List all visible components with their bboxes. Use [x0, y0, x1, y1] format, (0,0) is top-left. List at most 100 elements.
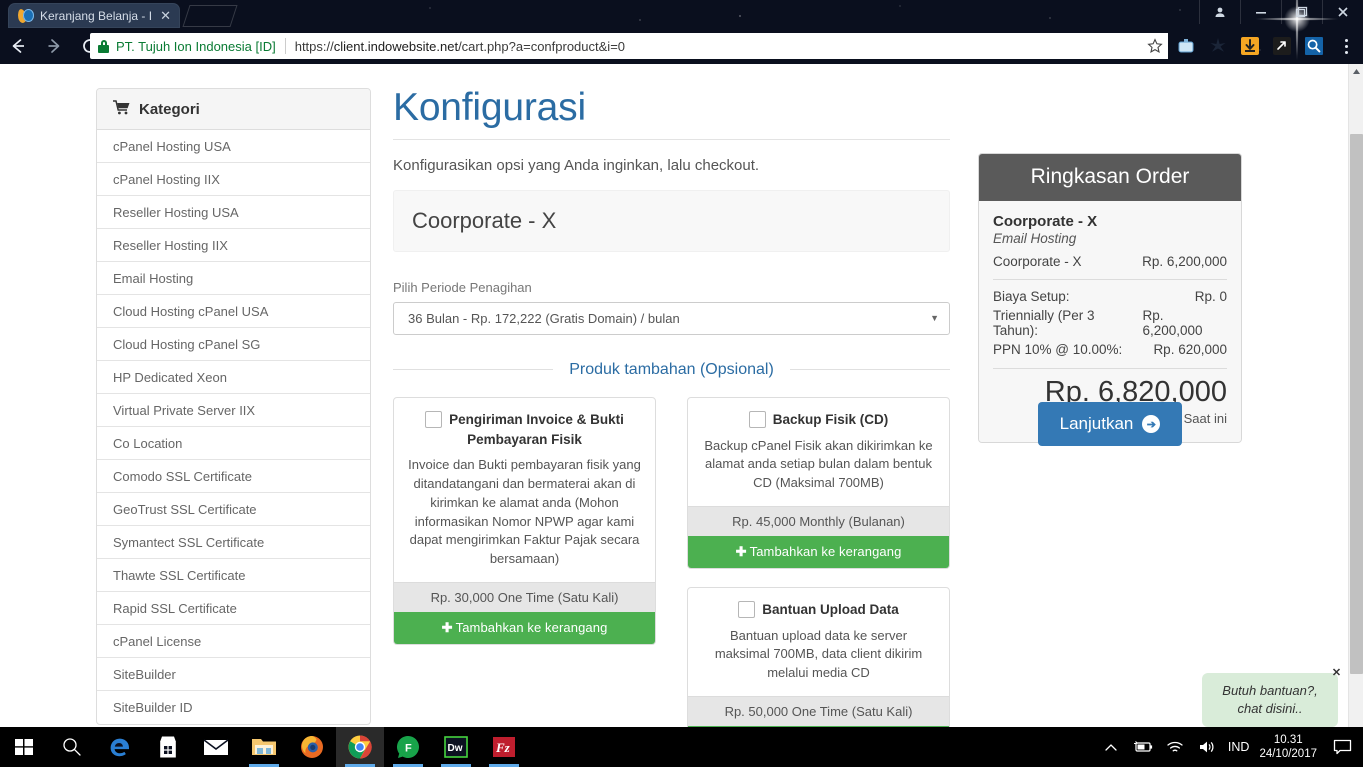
addon-description: Backup cPanel Fisik akan dikirimkan ke a… — [704, 437, 933, 491]
foxit-reader-icon[interactable]: F — [384, 727, 432, 767]
sidebar-item-label: SiteBuilder — [113, 666, 176, 682]
addon-title-row: Backup Fisik (CD) — [701, 410, 936, 430]
addon-card-bantuan-upload: Bantuan Upload Data Bantuan upload data … — [687, 587, 950, 727]
scrollbar-thumb[interactable] — [1350, 134, 1363, 674]
bookmark-star-icon[interactable] — [1142, 33, 1168, 59]
sidebar-item-sitebuilder[interactable]: SiteBuilder — [97, 658, 370, 691]
addon-checkbox[interactable] — [738, 601, 756, 619]
addon-checkbox[interactable] — [425, 410, 443, 428]
mail-icon[interactable] — [192, 727, 240, 767]
wifi-icon[interactable] — [1164, 727, 1186, 767]
sidebar-item-symantect-ssl-certificate[interactable]: Symantect SSL Certificate — [97, 526, 370, 559]
addon-checkbox[interactable] — [748, 410, 766, 428]
language-indicator[interactable]: IND — [1228, 740, 1250, 754]
download-manager-icon[interactable] — [1238, 34, 1262, 58]
plus-icon: ✚ — [441, 620, 453, 636]
tray-chevron-up-icon[interactable] — [1100, 727, 1122, 767]
svg-text:F: F — [405, 743, 412, 755]
window-controls — [1199, 0, 1363, 24]
sidebar-item-reseller-hosting-usa[interactable]: Reseller Hosting USA — [97, 196, 370, 229]
sidebar-item-rapid-ssl-certificate[interactable]: Rapid SSL Certificate — [97, 592, 370, 625]
chrome-icon[interactable] — [336, 727, 384, 767]
sidebar-item-reseller-hosting-iix[interactable]: Reseller Hosting IIX — [97, 229, 370, 262]
user-profile-icon[interactable] — [1199, 0, 1240, 24]
chat-invite-bubble[interactable]: Butuh bantuan?, chat disini.. — [1202, 673, 1338, 727]
sidebar-item-label: cPanel License — [113, 633, 202, 649]
summary-row: Biaya Setup: Rp. 0 — [993, 287, 1227, 306]
notification-icon[interactable] — [1327, 727, 1357, 767]
sidebar-item-label: cPanel Hosting IIX — [113, 171, 220, 187]
billing-cycle-select[interactable]: 36 Bulan - Rp. 172,222 (Gratis Domain) /… — [393, 301, 950, 335]
firefox-icon[interactable] — [288, 727, 336, 767]
maximize-button[interactable] — [1281, 0, 1322, 24]
sidebar-item-sitebuilder-id[interactable]: SiteBuilder ID — [97, 691, 370, 724]
sidebar-item-label: SiteBuilder ID — [113, 700, 193, 715]
sidebar-item-cloud-hosting-cpanel-usa[interactable]: Cloud Hosting cPanel USA — [97, 295, 370, 328]
url-scheme: https:// — [294, 38, 334, 54]
sidebar-item-cpanel-hosting-usa[interactable]: cPanel Hosting USA — [97, 130, 370, 163]
edge-icon[interactable] — [96, 727, 144, 767]
forward-arrow-icon[interactable] — [36, 28, 72, 64]
sidebar-item-label: HP Dedicated Xeon — [113, 369, 227, 385]
battery-icon[interactable] — [1132, 727, 1154, 767]
search-icon[interactable] — [48, 727, 96, 767]
category-sidebar: Kategori cPanel Hosting USA cPanel Hosti… — [96, 88, 371, 725]
dreamweaver-icon[interactable]: Dw — [432, 727, 480, 767]
search-extension-icon[interactable] — [1302, 34, 1326, 58]
addon-button-label: Tambahkan ke kerangang — [455, 620, 608, 636]
continue-button-wrapper: Lanjutkan ➔ — [978, 402, 1242, 446]
sidebar-item-cloud-hosting-cpanel-sg[interactable]: Cloud Hosting cPanel SG — [97, 328, 370, 361]
arrow-right-circle-icon: ➔ — [1142, 415, 1161, 433]
continue-button[interactable]: Lanjutkan ➔ — [1037, 402, 1183, 446]
sidebar-item-label: Co Location — [113, 435, 183, 451]
addon-price: Rp. 30,000 One Time (Satu Kali) — [394, 582, 655, 613]
sidebar-item-comodo-ssl-certificate[interactable]: Comodo SSL Certificate — [97, 460, 370, 493]
windows-start-icon[interactable] — [0, 727, 48, 767]
minimize-button[interactable] — [1240, 0, 1281, 24]
sidebar-header: Kategori — [97, 89, 370, 130]
sidebar-item-label: Reseller Hosting USA — [113, 204, 239, 220]
taskbar-clock[interactable]: 10.31 24/10/2017 — [1259, 733, 1317, 762]
sidebar-item-cpanel-license[interactable]: cPanel License — [97, 625, 370, 658]
shopping-cart-icon — [113, 99, 130, 119]
sidebar-item-thawte-ssl-certificate[interactable]: Thawte SSL Certificate — [97, 559, 370, 592]
browser-tab[interactable]: Keranjang Belanja - Indo ✕ — [8, 3, 180, 28]
screenshot-extension-icon[interactable] — [1270, 34, 1294, 58]
filezilla-icon[interactable]: Fz — [480, 727, 528, 767]
chat-close-icon[interactable]: ✕ — [1330, 667, 1343, 680]
sidebar-item-geotrust-ssl-certificate[interactable]: GeoTrust SSL Certificate — [97, 493, 370, 526]
clock-date: 24/10/2017 — [1259, 748, 1317, 760]
file-explorer-icon[interactable] — [240, 727, 288, 767]
address-bar[interactable]: PT. Tujuh Ion Indonesia [ID] https://cli… — [90, 33, 1165, 59]
sidebar-item-email-hosting[interactable]: Email Hosting — [97, 262, 370, 295]
close-button[interactable] — [1322, 0, 1363, 24]
summary-product-name: Coorporate - X — [993, 213, 1098, 230]
sidebar-item-label: Cloud Hosting cPanel SG — [113, 336, 261, 352]
sidebar-item-co-location[interactable]: Co Location — [97, 427, 370, 460]
lead-text: Konfigurasikan opsi yang Anda inginkan, … — [393, 156, 760, 174]
addon-card-invoice-fisik: Pengiriman Invoice & Bukti Pembayaran Fi… — [393, 396, 656, 646]
tab-close-icon[interactable]: ✕ — [157, 9, 174, 22]
back-arrow-icon[interactable] — [0, 28, 36, 64]
microsoft-store-icon[interactable] — [144, 727, 192, 767]
addon-body: Bantuan Upload Data Bantuan upload data … — [688, 588, 949, 696]
sidebar-item-cpanel-hosting-iix[interactable]: cPanel Hosting IIX — [97, 163, 370, 196]
new-tab-button[interactable] — [182, 5, 238, 27]
url-path: /cart.php?a=confproduct&i=0 — [458, 38, 626, 54]
volume-icon[interactable] — [1196, 727, 1218, 767]
addon-add-to-cart-button[interactable]: ✚ Tambahkan ke kerangang — [688, 536, 949, 569]
summary-row-label: Coorporate - X — [993, 254, 1082, 269]
vertical-scrollbar[interactable] — [1348, 64, 1363, 727]
sidebar-item-label: Thawte SSL Certificate — [113, 567, 246, 583]
addon-body: Backup Fisik (CD) Backup cPanel Fisik ak… — [688, 398, 949, 506]
scroll-up-arrow-icon[interactable] — [1349, 64, 1363, 79]
addon-add-to-cart-button[interactable]: ✚ Tambahkan ke kerangang — [394, 612, 655, 645]
kebab-menu-icon[interactable] — [1336, 34, 1356, 58]
addon-title: Backup Fisik (CD) — [772, 411, 889, 427]
extension-icon-1[interactable] — [1174, 34, 1198, 58]
sidebar-item-virtual-private-server-iix[interactable]: Virtual Private Server IIX — [97, 394, 370, 427]
sidebar-item-label: cPanel Hosting USA — [113, 138, 231, 154]
addons-heading: Produk tambahan (Opsional) — [393, 361, 950, 379]
extension-icon-2[interactable] — [1206, 34, 1230, 58]
sidebar-item-hp-dedicated-xeon[interactable]: HP Dedicated Xeon — [97, 361, 370, 394]
